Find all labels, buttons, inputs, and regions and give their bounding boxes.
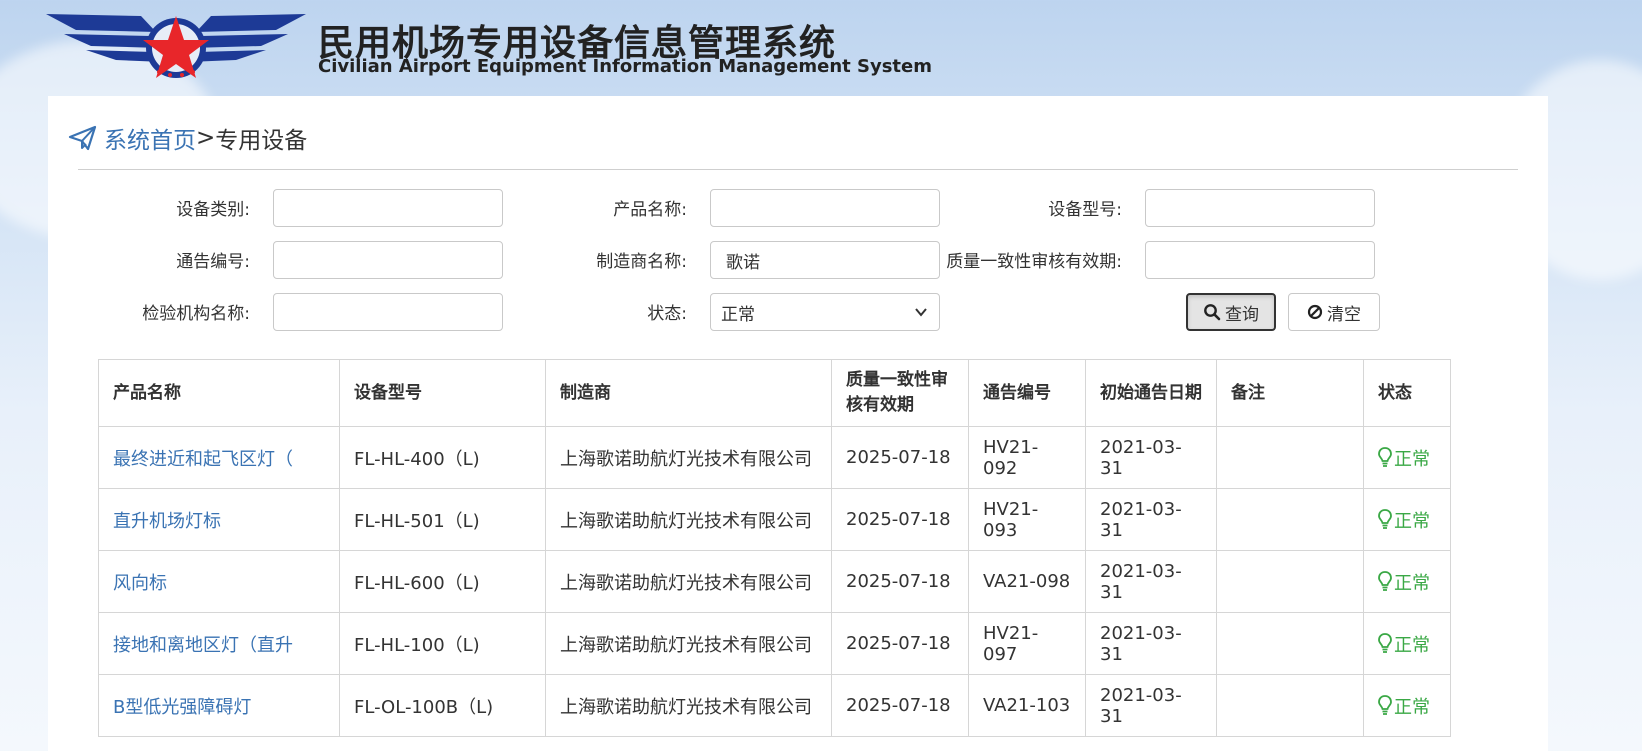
column-header: 质量一致性审核有效期	[831, 359, 969, 427]
model-cell: FL-HL-100（L)	[339, 612, 546, 675]
product-name-link[interactable]: 直升机场灯标	[113, 511, 221, 532]
date-cell: 2021-03-31	[1085, 488, 1217, 551]
product-name-link[interactable]: B型低光强障碍灯	[113, 697, 251, 718]
status-cell: 正常	[1363, 488, 1451, 551]
clear-button-label: 清空	[1327, 304, 1361, 325]
search-icon	[1204, 304, 1221, 321]
manufacturer-cell: 上海歌诺助航灯光技术有限公司	[545, 426, 832, 489]
column-header: 通告编号	[968, 359, 1086, 427]
status-text: 正常	[1394, 634, 1430, 656]
breadcrumb-separator: >	[196, 125, 216, 151]
note-cell	[1216, 550, 1364, 613]
model-cell: FL-HL-600（L)	[339, 550, 546, 613]
validity-cell: 2025-07-18	[831, 550, 969, 613]
product-name-link[interactable]: 风向标	[113, 573, 167, 594]
validity-cell: 2025-07-18	[831, 612, 969, 675]
notice-cell: HV21-093	[968, 488, 1086, 551]
model-cell: FL-OL-100B（L)	[339, 674, 546, 737]
notice-number-label: 通告编号:	[176, 252, 250, 272]
clear-button[interactable]: 清空	[1288, 293, 1380, 331]
search-button[interactable]: 查询	[1186, 293, 1276, 331]
manufacturer-cell: 上海歌诺助航灯光技术有限公司	[545, 550, 832, 613]
validity-label: 质量一致性审核有效期:	[946, 252, 1122, 272]
status-select[interactable]: 正常	[710, 293, 940, 331]
model-cell: FL-HL-501（L)	[339, 488, 546, 551]
column-header: 产品名称	[98, 359, 340, 427]
column-header: 状态	[1363, 359, 1451, 427]
model-cell: FL-HL-400（L)	[339, 426, 546, 489]
table-row: 直升机场灯标 FL-HL-501（L) 上海歌诺助航灯光技术有限公司 2025-…	[98, 488, 1451, 551]
status-text: 正常	[1394, 572, 1430, 594]
table-row: 接地和离地区灯（直升 FL-HL-100（L) 上海歌诺助航灯光技术有限公司 2…	[98, 612, 1451, 675]
site-subtitle: Civilian Airport Equipment Information M…	[318, 56, 932, 77]
category-label: 设备类别:	[176, 200, 250, 220]
validity-cell: 2025-07-18	[831, 488, 969, 551]
notice-cell: HV21-097	[968, 612, 1086, 675]
divider	[78, 169, 1518, 170]
airport-logo	[46, 14, 306, 78]
date-cell: 2021-03-31	[1085, 674, 1217, 737]
lightbulb-icon	[1378, 570, 1392, 591]
model-input[interactable]	[1145, 189, 1375, 227]
breadcrumb: 系统首页 > 专用设备	[68, 122, 307, 154]
validity-input[interactable]	[1145, 241, 1375, 279]
date-cell: 2021-03-31	[1085, 550, 1217, 613]
notice-cell: VA21-103	[968, 674, 1086, 737]
validity-cell: 2025-07-18	[831, 674, 969, 737]
notice-cell: HV21-092	[968, 426, 1086, 489]
manufacturer-label: 制造商名称:	[596, 252, 687, 272]
main-panel: 系统首页 > 专用设备 设备类别: 产品名称: 设备型号: 通告编号: 制造商名…	[48, 96, 1548, 751]
date-cell: 2021-03-31	[1085, 612, 1217, 675]
lightbulb-icon	[1378, 632, 1392, 653]
manufacturer-cell: 上海歌诺助航灯光技术有限公司	[545, 674, 832, 737]
lightbulb-icon	[1378, 508, 1392, 529]
status-text: 正常	[1394, 448, 1430, 470]
column-header: 备注	[1216, 359, 1364, 427]
status-cell: 正常	[1363, 674, 1451, 737]
lightbulb-icon	[1378, 694, 1392, 715]
note-cell	[1216, 612, 1364, 675]
status-select-value: 正常	[721, 304, 755, 325]
notice-cell: VA21-098	[968, 550, 1086, 613]
table-row: 风向标 FL-HL-600（L) 上海歌诺助航灯光技术有限公司 2025-07-…	[98, 550, 1451, 613]
column-header: 制造商	[545, 359, 832, 427]
status-cell: 正常	[1363, 426, 1451, 489]
manufacturer-cell: 上海歌诺助航灯光技术有限公司	[545, 488, 832, 551]
table-row: B型低光强障碍灯 FL-OL-100B（L) 上海歌诺助航灯光技术有限公司 20…	[98, 674, 1451, 737]
column-header: 初始通告日期	[1085, 359, 1217, 427]
status-cell: 正常	[1363, 550, 1451, 613]
paper-plane-icon	[68, 125, 97, 151]
status-text: 正常	[1394, 510, 1430, 532]
breadcrumb-current: 专用设备	[215, 128, 308, 154]
lightbulb-icon	[1378, 446, 1392, 467]
search-button-label: 查询	[1225, 304, 1259, 325]
status-label: 状态:	[647, 304, 687, 324]
inspector-label: 检验机构名称:	[142, 304, 250, 324]
site-header: 民用机场专用设备信息管理系统 Civilian Airport Equipmen…	[0, 0, 1642, 96]
manufacturer-cell: 上海歌诺助航灯光技术有限公司	[545, 612, 832, 675]
chevron-down-icon	[915, 308, 927, 317]
table-row: 最终进近和起飞区灯（ FL-HL-400（L) 上海歌诺助航灯光技术有限公司 2…	[98, 426, 1451, 489]
product-name-link[interactable]: 接地和离地区灯（直升	[113, 635, 293, 656]
status-text: 正常	[1394, 696, 1430, 718]
equipment-table: 产品名称 设备型号 制造商 质量一致性审核有效期 通告编号 初始通告日期 备注 …	[98, 359, 1451, 737]
note-cell	[1216, 674, 1364, 737]
product-name-label: 产品名称:	[613, 200, 687, 220]
date-cell: 2021-03-31	[1085, 426, 1217, 489]
note-cell	[1216, 426, 1364, 489]
status-cell: 正常	[1363, 612, 1451, 675]
validity-cell: 2025-07-18	[831, 426, 969, 489]
table-header-row: 产品名称 设备型号 制造商 质量一致性审核有效期 通告编号 初始通告日期 备注 …	[98, 359, 1451, 427]
ban-icon	[1307, 304, 1323, 320]
note-cell	[1216, 488, 1364, 551]
column-header: 设备型号	[339, 359, 546, 427]
breadcrumb-home-link[interactable]: 系统首页	[104, 121, 196, 155]
product-name-link[interactable]: 最终进近和起飞区灯（	[113, 449, 293, 470]
model-label: 设备型号:	[1048, 200, 1122, 220]
